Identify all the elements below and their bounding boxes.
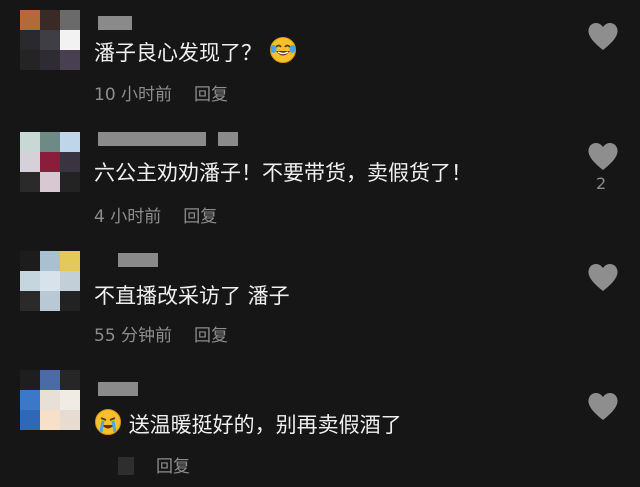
comment-text: 送温暖挺好的，别再卖假酒了: [94, 408, 402, 438]
comment-item: 潘子良心发现了？ 10 小时前 回复: [0, 0, 640, 110]
avatar[interactable]: [20, 370, 80, 430]
reply-button[interactable]: 回复: [194, 85, 228, 105]
comment-meta: 回复: [94, 452, 190, 477]
comment-item: 送温暖挺好的，别再卖假酒了 回复: [0, 360, 640, 487]
comment-text-content: 送温暖挺好的，别再卖假酒了: [128, 413, 402, 437]
reply-button[interactable]: 回复: [156, 457, 190, 477]
laughing-crying-emoji: [269, 37, 296, 63]
comment-text-content: 潘子良心发现了？: [94, 41, 262, 65]
comment-time: 4 小时前: [94, 207, 162, 227]
comment-text: 六公主劝劝潘子！不要带货，卖假货了！: [94, 160, 472, 186]
heart-icon[interactable]: [586, 140, 620, 172]
reply-button[interactable]: 回复: [183, 207, 217, 227]
heart-icon[interactable]: [586, 20, 620, 52]
comment-item: 不直播改采访了 潘子 55 分钟前 回复: [0, 235, 640, 360]
avatar[interactable]: [20, 132, 80, 192]
username[interactable]: [98, 132, 206, 146]
username-badge: [218, 132, 238, 146]
comment-text-content: 不直播改采访了 潘子: [94, 284, 290, 308]
comment-meta: 55 分钟前 回复: [94, 321, 228, 346]
comment-meta: 10 小时前 回复: [94, 80, 228, 105]
heart-icon[interactable]: [586, 261, 620, 293]
comment-meta: 4 小时前 回复: [94, 202, 217, 227]
comment-text-content: 六公主劝劝潘子！不要带货，卖假货了！: [94, 161, 472, 185]
redacted-time: [118, 457, 134, 475]
comment-item: 六公主劝劝潘子！不要带货，卖假货了！ 4 小时前 回复 2: [0, 110, 640, 235]
comment-time: 55 分钟前: [94, 326, 173, 346]
comment-text: 不直播改采访了 潘子: [94, 283, 290, 309]
crying-emoji: [95, 409, 121, 435]
avatar[interactable]: [20, 251, 80, 311]
like-count: 2: [596, 174, 607, 193]
username[interactable]: [98, 382, 138, 396]
reply-button[interactable]: 回复: [194, 326, 228, 346]
comment-time: 10 小时前: [94, 85, 173, 105]
heart-icon[interactable]: [586, 390, 620, 422]
username[interactable]: [118, 253, 158, 267]
avatar[interactable]: [20, 10, 80, 70]
username[interactable]: [98, 16, 132, 30]
comment-text: 潘子良心发现了？: [94, 36, 297, 66]
